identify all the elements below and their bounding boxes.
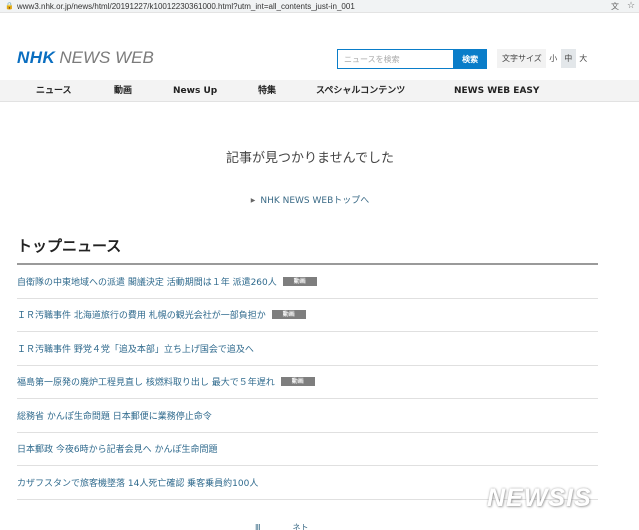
search-input[interactable] <box>337 49 454 69</box>
search-form: 検索 <box>337 49 487 69</box>
triangle-right-icon: ▶ <box>250 197 256 204</box>
news-link[interactable]: 福島第一原発の廃炉工程見直し 核燃料取り出し 最大で５年遅れ <box>17 375 275 388</box>
news-item: ＩＲ汚職事件 野党４党「追及本部」立ち上げ国会で追及へ <box>17 332 598 366</box>
video-badge: 動画 <box>280 377 315 387</box>
newsis-watermark: NEWSIS <box>487 484 592 512</box>
nav-item-feature[interactable]: 特集 <box>258 80 276 102</box>
news-link[interactable]: 日本郵政 今夜6時から記者会見へ かんぽ生命問題 <box>17 442 217 455</box>
news-item: 自衛隊の中東地域への派遣 閣議決定 活動期間は１年 派遣260人 動画 <box>17 265 598 299</box>
news-item: ＩＲ汚職事件 北海道旅行の費用 札幌の観光会社が一部負担か 動画 <box>17 299 598 332</box>
search-button[interactable]: 検索 <box>453 49 487 69</box>
url-text[interactable]: www3.nhk.or.jp/news/html/20191227/k10012… <box>17 0 355 13</box>
font-size-small[interactable]: 小 <box>545 49 561 68</box>
nav-item-news-web-easy[interactable]: NEWS WEB EASY <box>454 80 539 102</box>
font-size-medium[interactable]: 中 <box>560 49 576 68</box>
nhk-news-web-logo[interactable]: NHK NEWS WEB <box>17 48 154 68</box>
logo-news-web: NEWS WEB <box>59 48 154 67</box>
news-link[interactable]: 自衛隊の中東地域への派遣 閣議決定 活動期間は１年 派遣260人 <box>17 275 277 288</box>
star-icon[interactable]: ☆ <box>627 0 635 12</box>
nav-item-news[interactable]: ニュース <box>36 80 72 102</box>
partial-footer-links: Ⅲ ネト <box>255 523 309 530</box>
main-nav: ニュース 動画 News Up 特集 スペシャルコンテンツ NEWS WEB E… <box>0 80 639 102</box>
not-found-message: 記事が見つかりませんでした <box>226 151 394 166</box>
section-title-top-news: トップニュース <box>17 237 122 255</box>
nav-item-special-contents[interactable]: スペシャルコンテンツ <box>316 80 405 102</box>
news-link[interactable]: 総務省 かんぽ生命問題 日本郵便に業務停止命令 <box>17 409 212 422</box>
top-page-link-label: NHK NEWS WEBトップへ <box>260 196 370 206</box>
address-bar[interactable]: 🔒 www3.nhk.or.jp/news/html/20191227/k100… <box>0 0 639 13</box>
nav-item-news-up[interactable]: News Up <box>173 80 217 102</box>
translate-icon[interactable]: 文 <box>611 1 619 12</box>
lock-icon: 🔒 <box>5 2 14 10</box>
font-size-label: 文字サイズ <box>502 54 542 63</box>
news-link[interactable]: カザフスタンで旅客機墜落 14人死亡確認 乗客乗員約100人 <box>17 476 258 489</box>
news-item: 総務省 かんぽ生命問題 日本郵便に業務停止命令 <box>17 399 598 433</box>
video-badge: 動画 <box>271 310 306 320</box>
top-news-list: 自衛隊の中東地域への派遣 閣議決定 活動期間は１年 派遣260人 動画 ＩＲ汚職… <box>17 265 598 500</box>
news-item: 日本郵政 今夜6時から記者会見へ かんぽ生命問題 <box>17 433 598 466</box>
nav-item-video[interactable]: 動画 <box>114 80 132 102</box>
logo-nhk: NHK <box>17 48 56 67</box>
font-size-selector: 文字サイズ 小 中 大 <box>497 49 591 68</box>
news-item: 福島第一原発の廃炉工程見直し 核燃料取り出し 最大で５年遅れ 動画 <box>17 366 598 399</box>
news-link[interactable]: ＩＲ汚職事件 北海道旅行の費用 札幌の観光会社が一部負担か <box>17 308 266 321</box>
news-link[interactable]: ＩＲ汚職事件 野党４党「追及本部」立ち上げ国会で追及へ <box>17 342 254 355</box>
top-page-link[interactable]: ▶ NHK NEWS WEBトップへ <box>0 193 620 206</box>
video-badge: 動画 <box>282 276 317 286</box>
font-size-large[interactable]: 大 <box>575 49 591 68</box>
